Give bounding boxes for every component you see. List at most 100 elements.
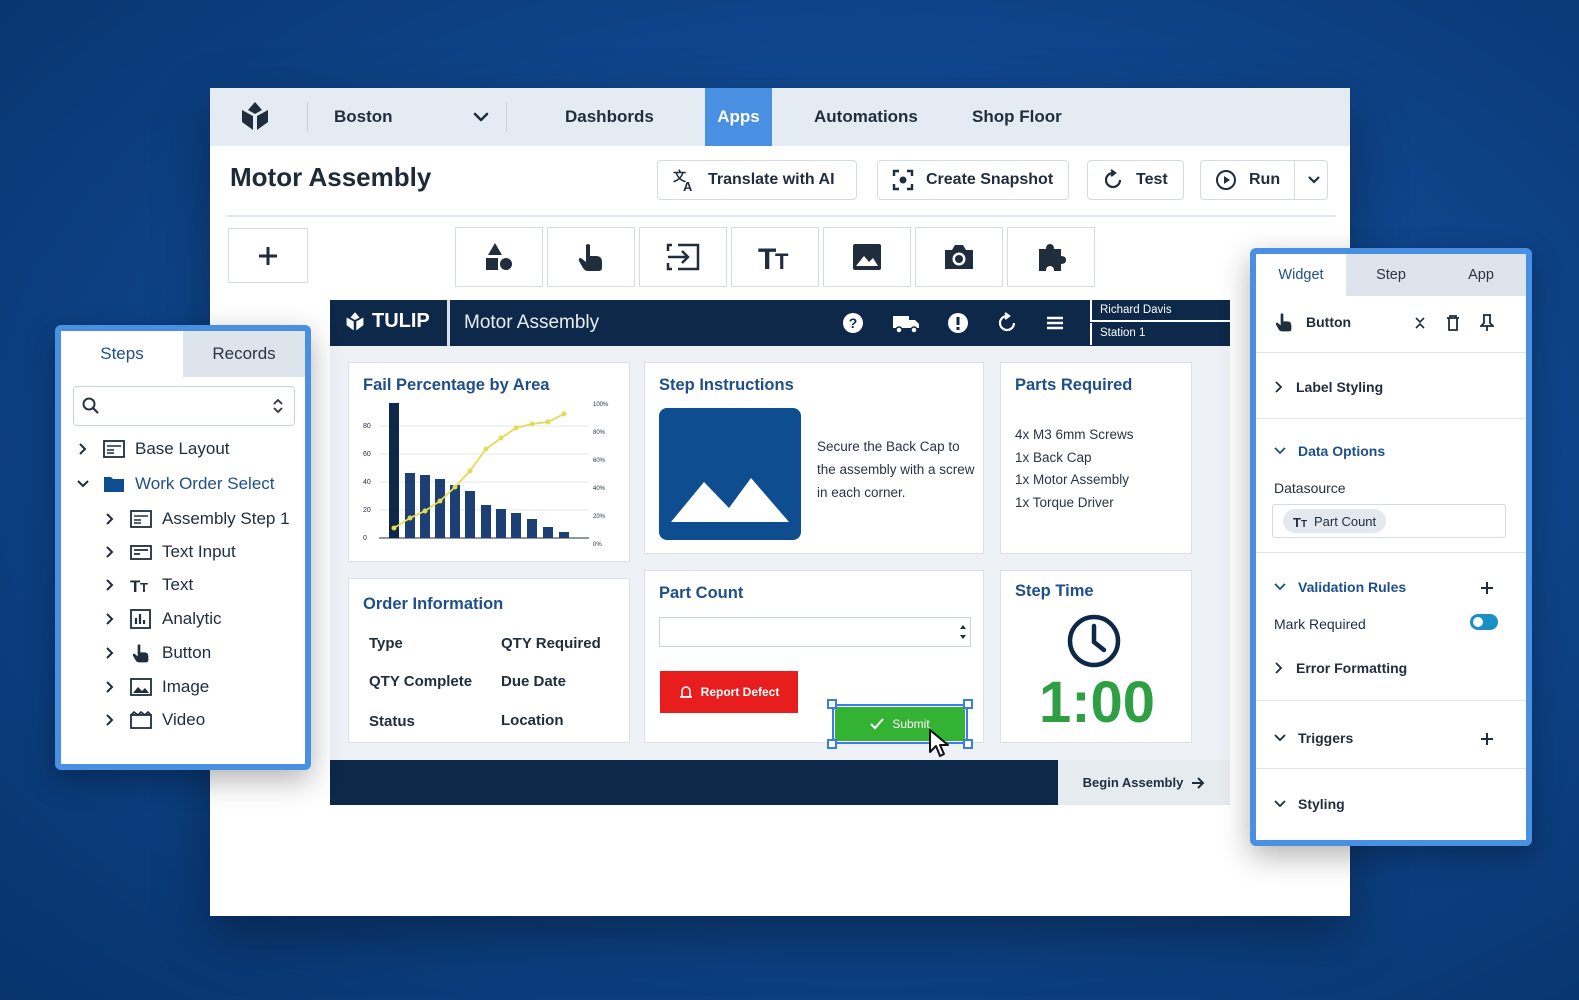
- add-trigger-plus-icon[interactable]: [1480, 732, 1494, 746]
- nav-item-automations[interactable]: Automations: [814, 107, 918, 127]
- section-styling[interactable]: Styling: [1274, 796, 1345, 812]
- nav-item-apps[interactable]: Apps: [705, 88, 772, 146]
- parts-required-card: Parts Required 4x M3 6mm Screws 1x Back …: [1000, 362, 1192, 554]
- tab-step[interactable]: Step: [1346, 254, 1436, 296]
- app-header-title: Motor Assembly: [464, 312, 600, 333]
- chevron-right-icon[interactable]: [102, 511, 118, 527]
- nav-item-dashboards[interactable]: Dashbords: [565, 107, 654, 127]
- tree-item-label: Work Order Select: [135, 474, 275, 493]
- image-icon: [853, 244, 881, 270]
- section-label-styling[interactable]: Label Styling: [1274, 379, 1383, 395]
- tree-item-video[interactable]: Video: [102, 706, 205, 734]
- datasource-field[interactable]: T T Part Count: [1272, 504, 1506, 538]
- tulip-logo-icon[interactable]: [238, 100, 272, 134]
- section-error-formatting[interactable]: Error Formatting: [1274, 660, 1407, 676]
- chevron-right-icon[interactable]: [75, 441, 91, 457]
- translate-button[interactable]: 文 A Translate with AI: [657, 160, 857, 200]
- tab-app[interactable]: App: [1436, 254, 1526, 296]
- help-icon[interactable]: ?: [842, 312, 864, 334]
- app-canvas: TULIP Motor Assembly ? Richard Davis Sta…: [330, 300, 1230, 805]
- text-icon: TT: [130, 577, 148, 594]
- tree-item-analytic[interactable]: Analytic: [102, 605, 222, 633]
- run-dropdown-chevron-icon[interactable]: [1307, 173, 1321, 187]
- steps-panel: Steps Records Base Layout Work Order Sel…: [55, 325, 311, 770]
- chevron-down-icon[interactable]: [472, 108, 490, 126]
- test-button[interactable]: Test: [1087, 160, 1184, 200]
- tree-item-assembly-step-1[interactable]: Assembly Step 1: [102, 505, 290, 533]
- tree-item-text[interactable]: TT Text: [102, 571, 193, 599]
- chevron-right-icon[interactable]: [102, 712, 118, 728]
- begin-assembly-button[interactable]: Begin Assembly: [1058, 760, 1230, 805]
- checkmark-icon: [870, 718, 885, 730]
- snapshot-label: Create Snapshot: [926, 171, 1054, 188]
- section-data-options[interactable]: Data Options: [1274, 443, 1385, 459]
- text-tool[interactable]: T T: [731, 227, 819, 287]
- location-select[interactable]: Boston: [334, 107, 393, 127]
- section-validation-rules[interactable]: Validation Rules: [1274, 579, 1406, 595]
- add-step-button[interactable]: [228, 228, 308, 283]
- part-count-input[interactable]: [659, 617, 971, 647]
- mark-required-toggle[interactable]: [1470, 614, 1498, 630]
- app-header: TULIP Motor Assembly ? Richard Davis Sta…: [330, 300, 1230, 346]
- tree-item-label: Analytic: [162, 609, 222, 628]
- step-time-title: Step Time: [1015, 582, 1094, 600]
- nav-item-shop-floor[interactable]: Shop Floor: [972, 107, 1062, 127]
- chevron-down-icon[interactable]: [75, 476, 91, 492]
- button-tool[interactable]: [547, 227, 635, 287]
- create-snapshot-button[interactable]: Create Snapshot: [877, 160, 1069, 200]
- report-defect-button[interactable]: Report Defect: [660, 671, 798, 713]
- input-tool[interactable]: [639, 227, 727, 287]
- text-icon: T T: [758, 243, 789, 271]
- resize-handle[interactable]: [827, 699, 837, 709]
- cumulative-line: [393, 413, 565, 529]
- right-axis-ticks: 100% 80% 60% 40% 20% 0%: [593, 402, 609, 548]
- image-tool[interactable]: [823, 227, 911, 287]
- menu-icon[interactable]: [1044, 312, 1066, 334]
- submit-label: Submit: [892, 717, 930, 731]
- tree-item-button[interactable]: Button: [102, 639, 211, 667]
- tulip-brand-text: TULIP: [372, 310, 430, 332]
- steps-search-input[interactable]: [73, 386, 295, 426]
- text-icon: T T: [1293, 515, 1307, 527]
- undo-icon[interactable]: [996, 312, 1018, 334]
- alert-icon[interactable]: [947, 312, 969, 334]
- tab-records[interactable]: Records: [183, 331, 305, 377]
- chevron-right-icon[interactable]: [102, 645, 118, 661]
- tick-60: 60: [363, 451, 371, 458]
- chevron-right-icon[interactable]: [102, 577, 118, 593]
- divider: [1256, 352, 1526, 353]
- chevron-right-icon[interactable]: [102, 679, 118, 695]
- trash-icon[interactable]: [1446, 315, 1460, 331]
- pin-icon[interactable]: [1480, 314, 1494, 332]
- svg-text:T: T: [1301, 519, 1307, 527]
- add-validation-plus-icon[interactable]: [1480, 581, 1494, 595]
- run-button[interactable]: Run: [1200, 160, 1328, 200]
- tree-item-work-order-select[interactable]: Work Order Select: [75, 470, 275, 498]
- datasource-chip[interactable]: T T Part Count: [1283, 509, 1387, 533]
- shapes-tool[interactable]: [455, 227, 543, 287]
- collapse-icon[interactable]: [1414, 316, 1426, 330]
- app-footer: [330, 760, 1058, 805]
- properties-panel: Widget Step App Button Label Styling Dat…: [1250, 248, 1532, 846]
- resize-handle[interactable]: [827, 739, 837, 749]
- chevron-right-icon[interactable]: [102, 611, 118, 627]
- pointer-hand-icon: [132, 644, 149, 663]
- section-triggers[interactable]: Triggers: [1274, 730, 1353, 746]
- top-navigation: Boston Dashbords Apps Automations Shop F…: [210, 88, 1350, 146]
- camera-tool[interactable]: [915, 227, 1003, 287]
- tree-item-text-input[interactable]: Text Input: [102, 538, 236, 566]
- custom-widget-tool[interactable]: [1007, 227, 1095, 287]
- number-stepper-icon[interactable]: [958, 621, 968, 643]
- resize-handle[interactable]: [963, 699, 973, 709]
- tree-item-base-layout[interactable]: Base Layout: [75, 435, 230, 463]
- chevron-right-icon[interactable]: [102, 544, 118, 560]
- truck-icon[interactable]: [892, 312, 920, 334]
- tab-steps[interactable]: Steps: [61, 331, 183, 377]
- tree-item-image[interactable]: Image: [102, 673, 209, 701]
- bar: [465, 491, 475, 538]
- tick-0pct: 0%: [593, 542, 602, 548]
- translate-label: Translate with AI: [708, 171, 835, 188]
- resize-handle[interactable]: [963, 739, 973, 749]
- tab-widget[interactable]: Widget: [1256, 254, 1346, 296]
- sort-icon[interactable]: [272, 397, 284, 415]
